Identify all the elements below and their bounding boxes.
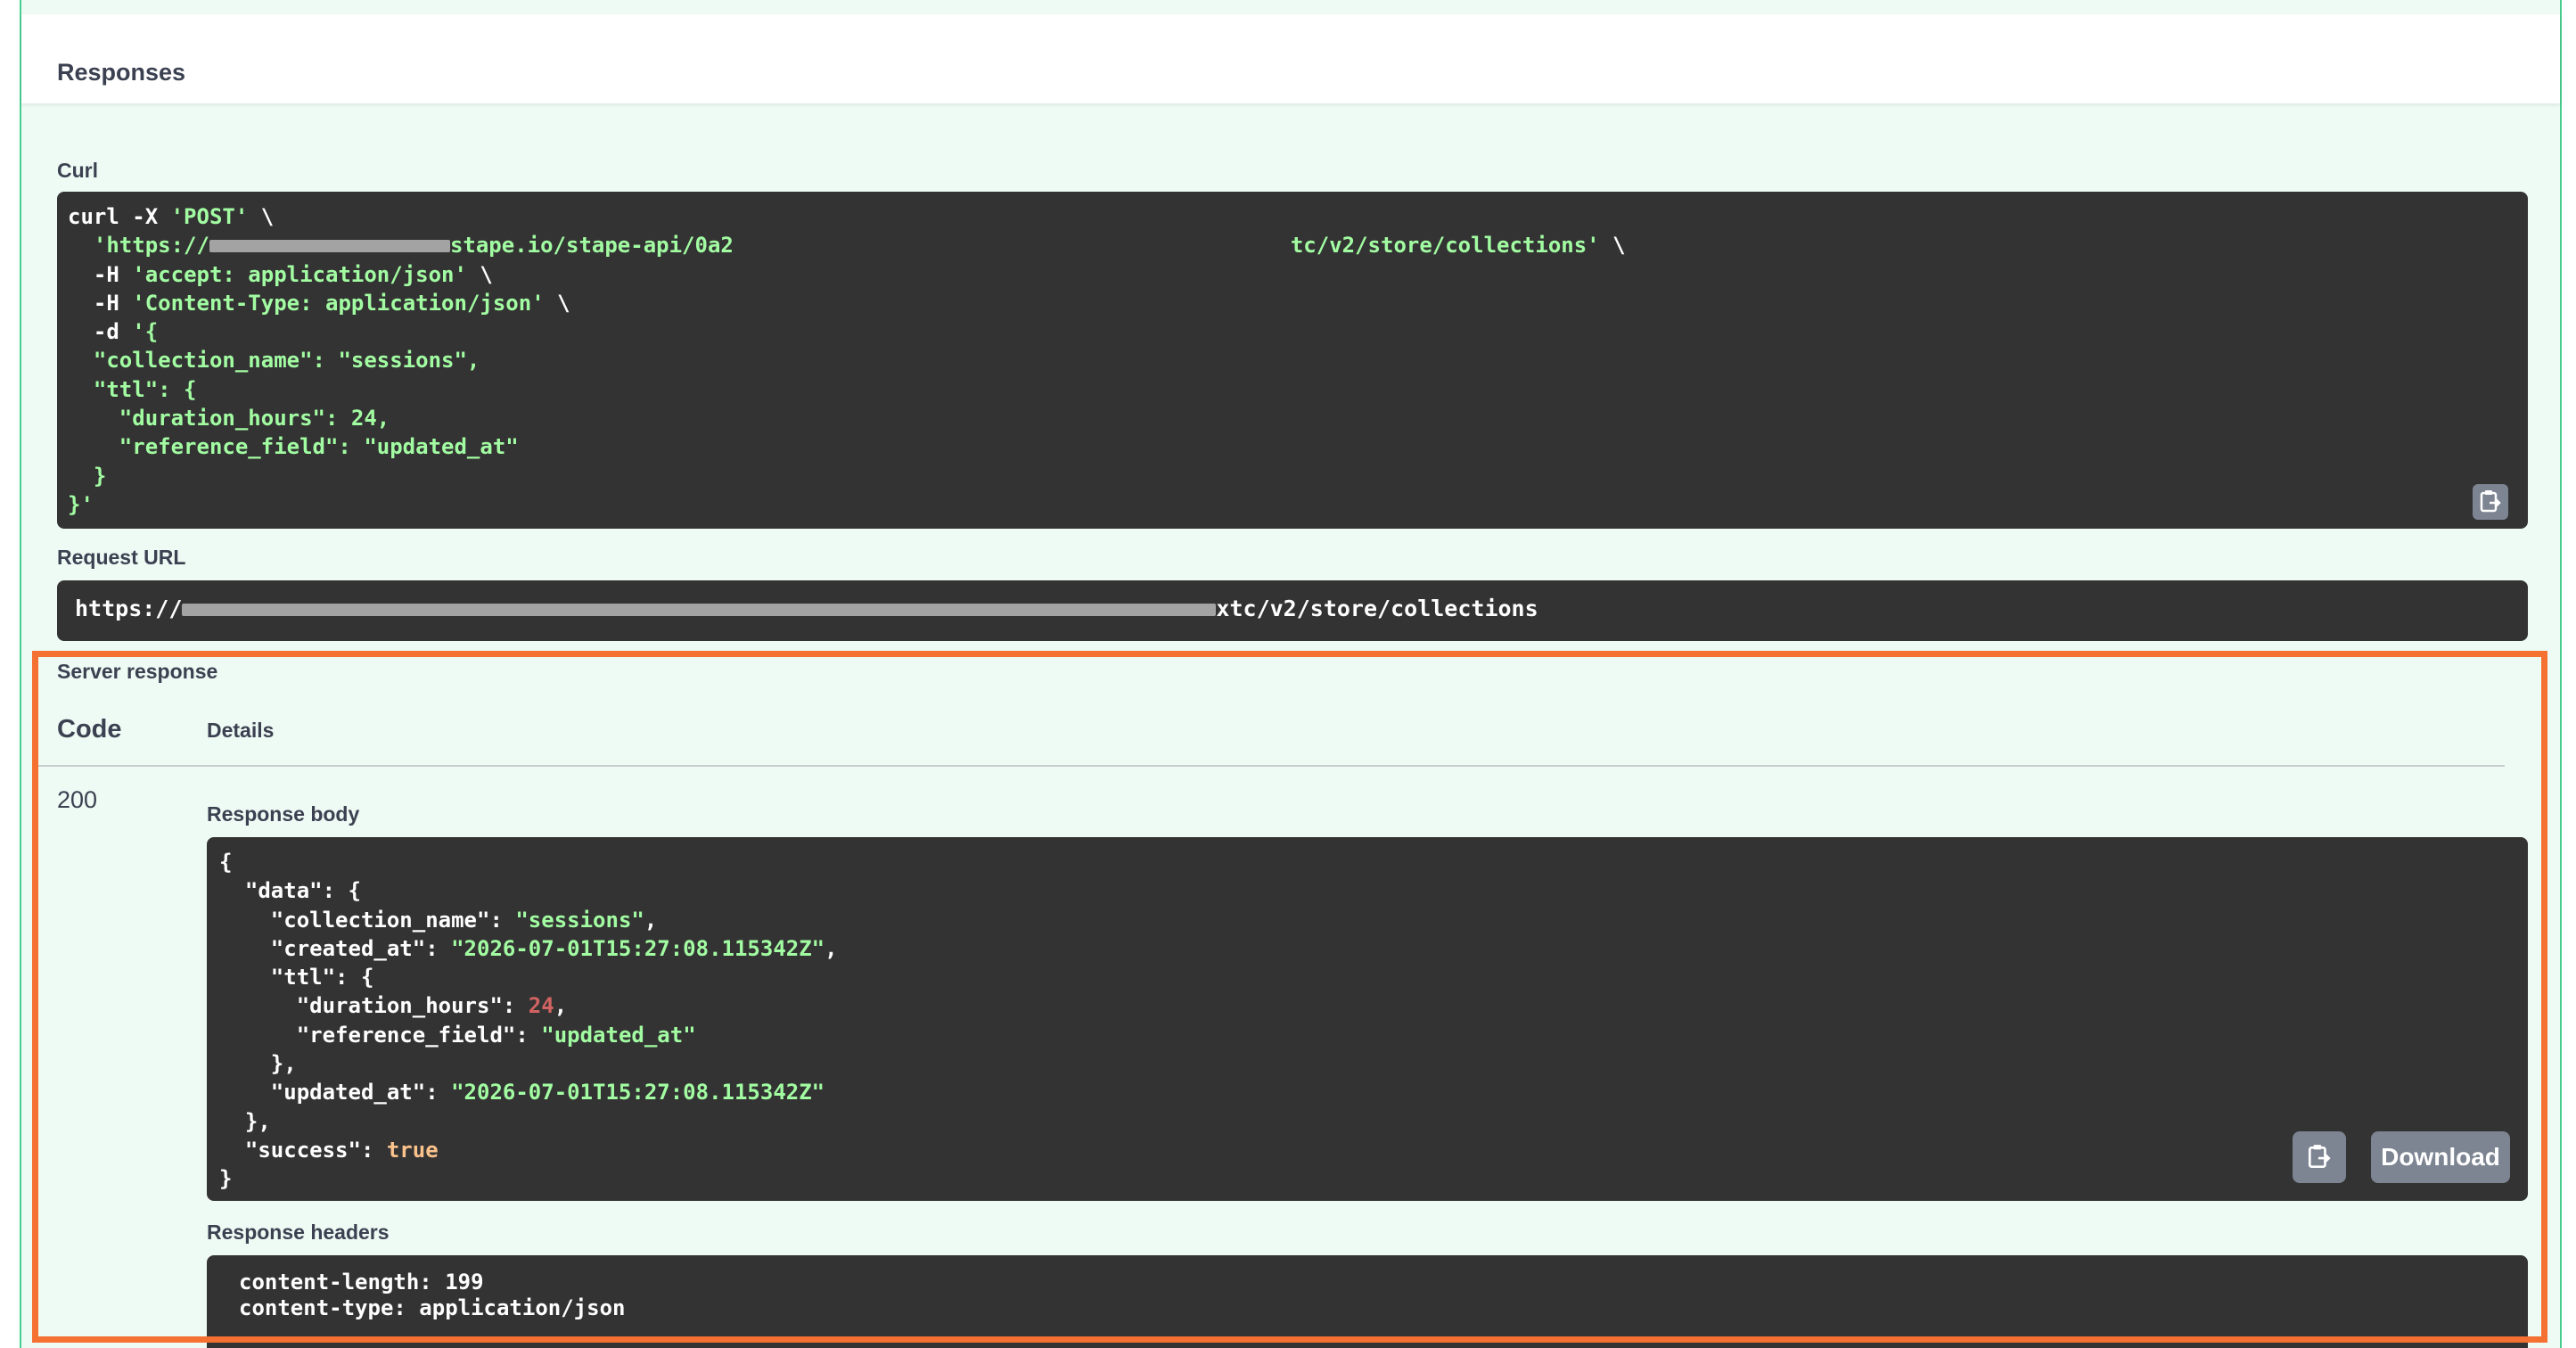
table-header-divider [36,765,2505,767]
request-url-text: https://xtc/v2/store/collections [75,596,1538,621]
response-copy-button[interactable] [2293,1131,2346,1183]
curl-copy-button[interactable] [2473,484,2508,520]
curl-command: curl -X 'POST' \ 'https://stape.io/stape… [68,204,1626,517]
redacted-url [182,604,1217,616]
panel-top-strip [21,0,2560,14]
request-url-label: Request URL [57,546,186,569]
server-response-label: Server response [57,660,218,683]
response-headers-block[interactable]: content-length: 199 content-type: applic… [207,1255,2528,1348]
clipboard-copy-icon [2480,490,2501,513]
code-column-header: Code [57,715,122,744]
response-body-label: Response body [207,802,360,826]
responses-title: Responses [57,59,186,86]
curl-code-block[interactable]: curl -X 'POST' \ 'https://stape.io/stape… [57,192,2528,529]
response-body-block[interactable]: { "data": { "collection_name": "sessions… [207,837,2528,1201]
response-code: 200 [57,786,98,813]
response-body-json: { "data": { "collection_name": "sessions… [219,850,838,1192]
request-url-block[interactable]: https://xtc/v2/store/collections [57,580,2528,641]
response-headers-text: content-length: 199 content-type: applic… [239,1270,626,1320]
curl-label: Curl [57,159,98,182]
clipboard-copy-icon [2308,1145,2331,1169]
response-headers-label: Response headers [207,1221,390,1244]
download-button[interactable]: Download [2371,1131,2510,1183]
redacted-host [209,240,450,253]
details-column-header: Details [207,719,275,742]
responses-header: Responses [21,14,2560,103]
